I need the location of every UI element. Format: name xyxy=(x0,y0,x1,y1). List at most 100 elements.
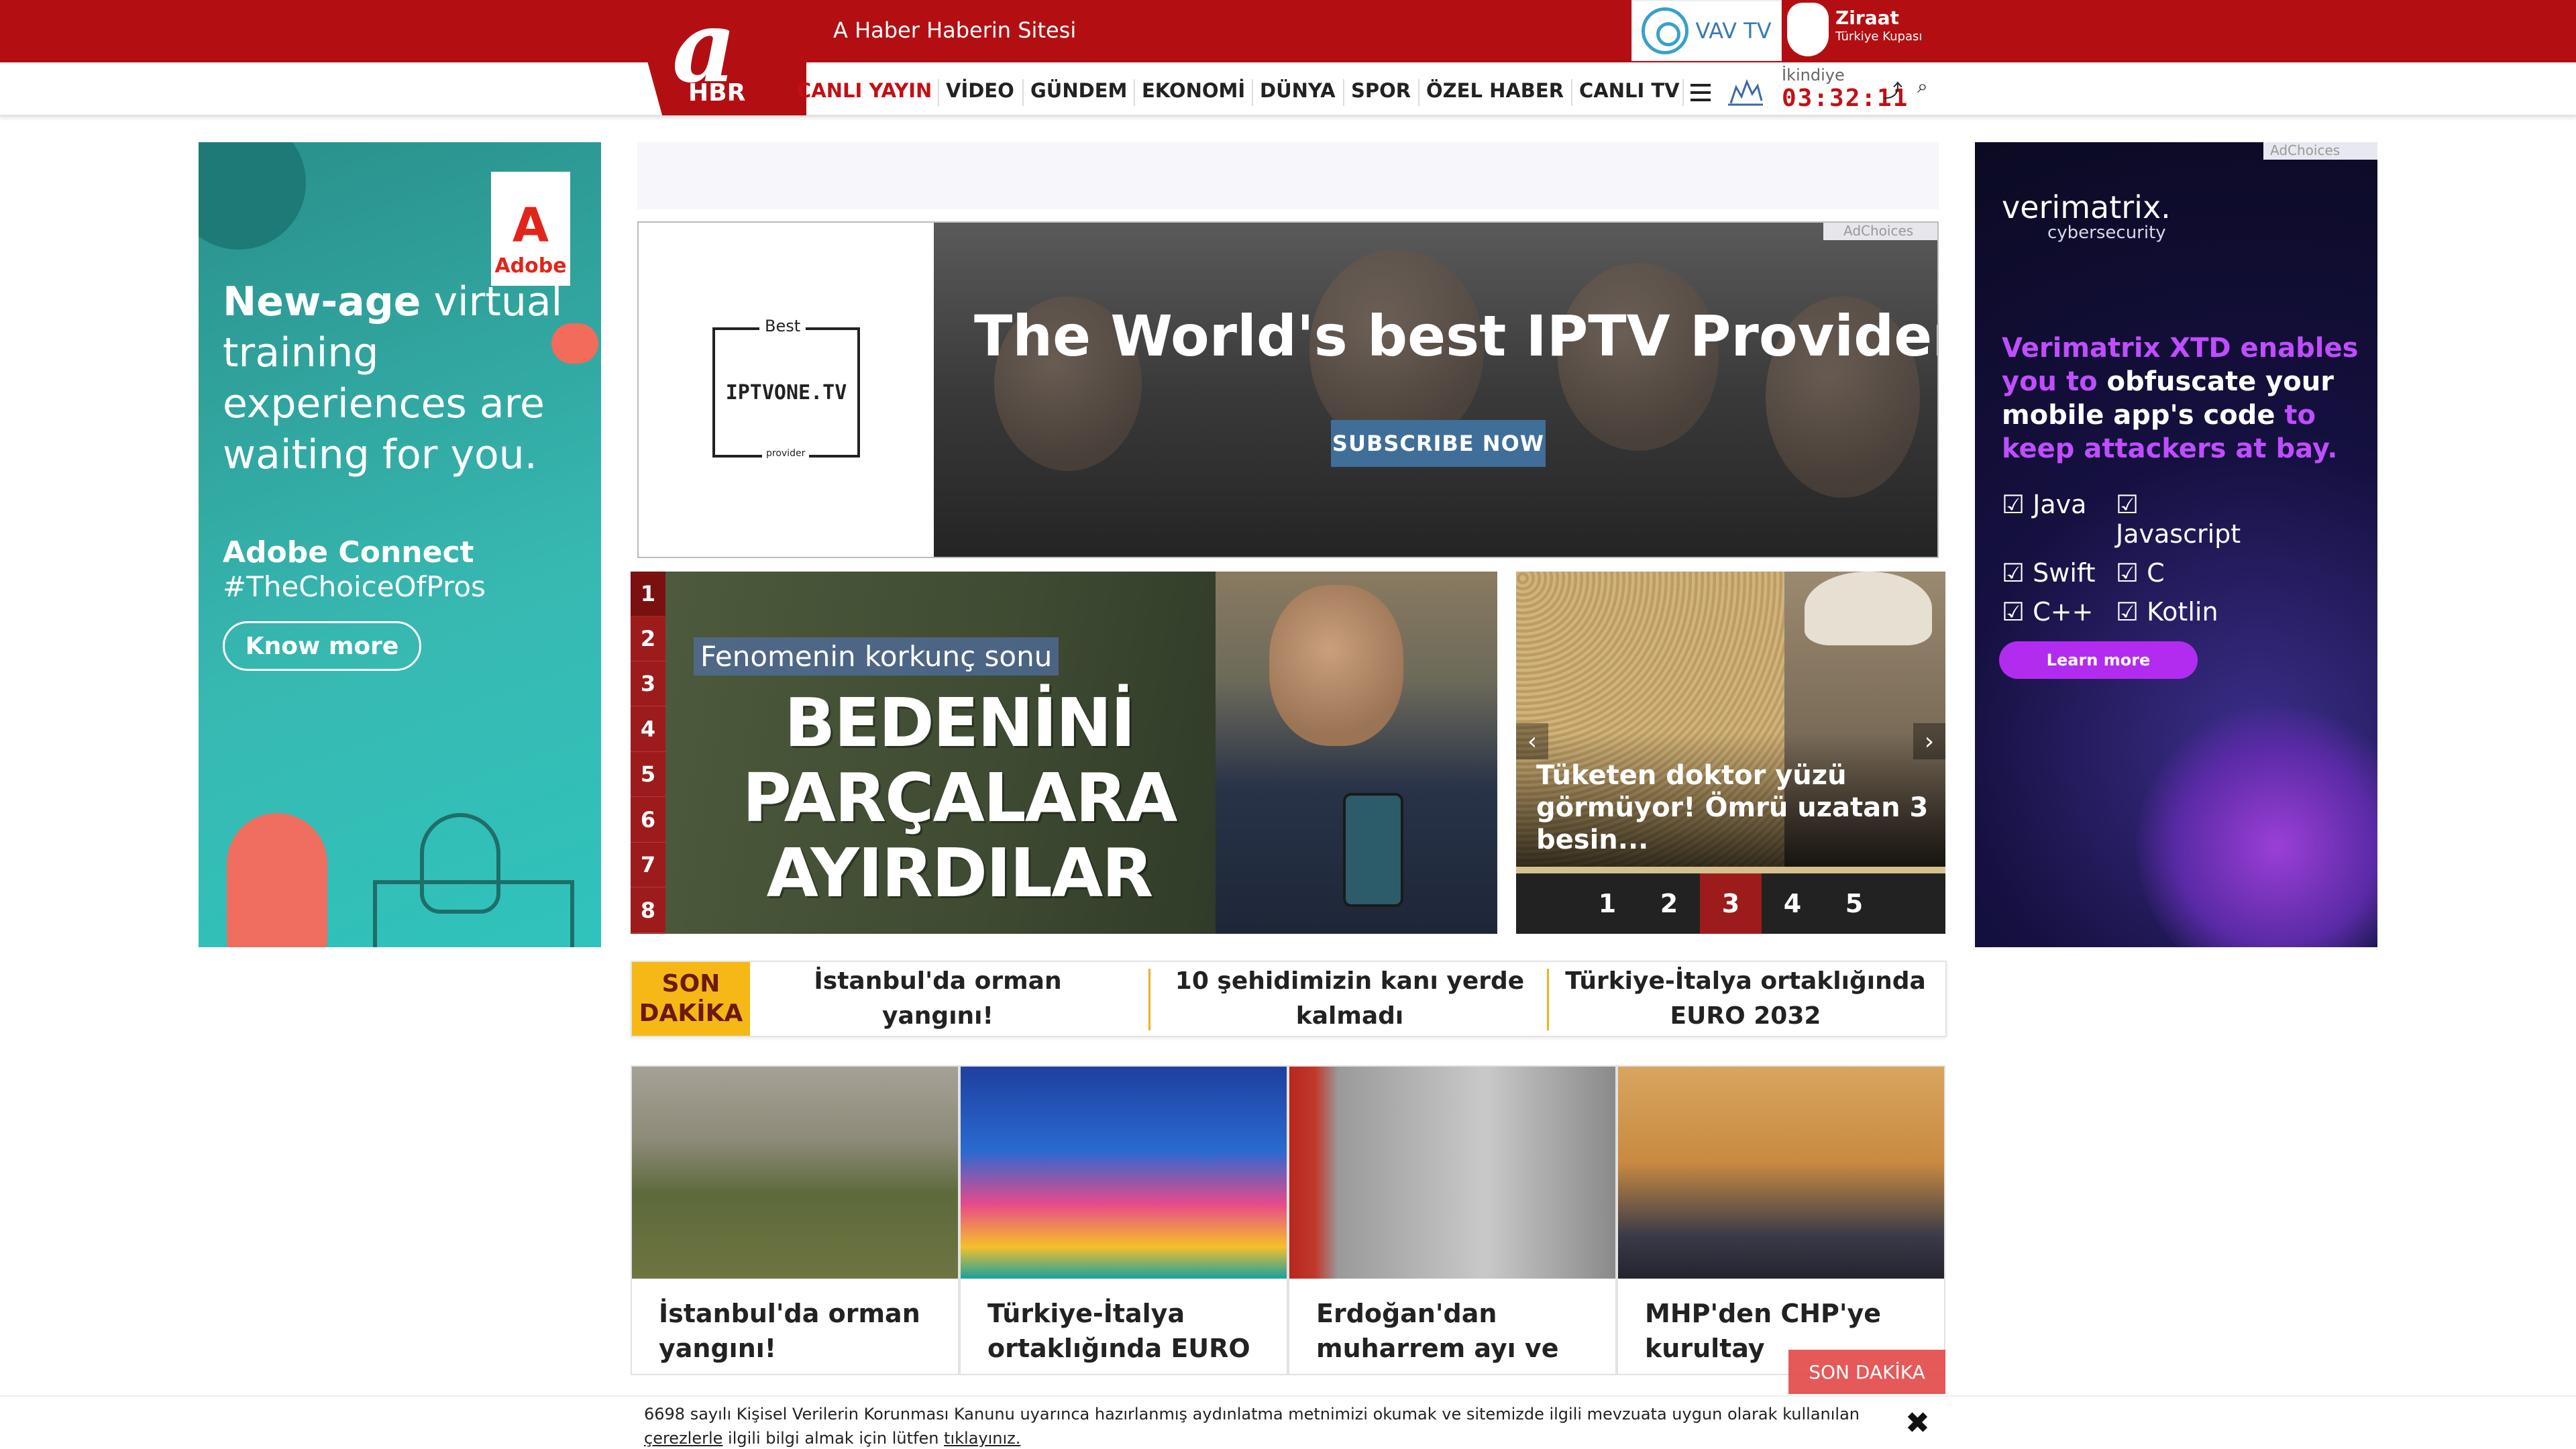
adobe-product: Adobe Connect xyxy=(223,535,474,570)
top-bar xyxy=(0,0,2576,62)
nav-ozel-haber[interactable]: ÖZEL HABER xyxy=(1426,79,1564,106)
news-card-title: Erdoğan'dan muharrem ayı ve xyxy=(1316,1299,1559,1363)
breaking-divider xyxy=(1547,969,1549,1030)
nav-video[interactable]: VİDEO xyxy=(946,79,1014,106)
iptv-logo: IPTVONE.TV xyxy=(712,327,860,458)
adobe-logo-icon: A xyxy=(512,198,549,253)
adobe-know-more-button[interactable]: Know more xyxy=(223,621,421,671)
iptv-subscribe-button[interactable]: SUBSCRIBE NOW xyxy=(1331,420,1546,467)
news-card-image xyxy=(1289,1067,1615,1279)
slider-number[interactable]: 6 xyxy=(631,798,665,843)
verimatrix-brand: verimatrix. xyxy=(2002,189,2171,225)
ad-decoration xyxy=(227,813,327,947)
slide-headline-line: AYIRDILAR xyxy=(766,834,1154,912)
cookie-text-main: 6698 sayılı Kişisel Verilerin Korunması … xyxy=(644,1405,1860,1424)
slider-number[interactable]: 5 xyxy=(631,752,665,797)
nav-gundem[interactable]: GÜNDEM xyxy=(1030,79,1127,106)
adobe-logo: A Adobe xyxy=(491,172,570,286)
slider-number[interactable]: 8 xyxy=(631,888,665,933)
adobe-word: Adobe xyxy=(494,254,567,278)
iptv-logo-provider: provider xyxy=(762,448,810,459)
main-headline-slide[interactable]: Fenomenin korkunç sonu BEDENİNİ PARÇALAR… xyxy=(665,572,1497,934)
lang-item: Java xyxy=(2002,490,2116,549)
lang-item: Swift xyxy=(2002,558,2116,588)
vavtv-label: VAV TV xyxy=(1695,17,1772,44)
slide-headline-line: PARÇALARA xyxy=(742,759,1178,837)
search-icon[interactable]: ⌕ xyxy=(1917,75,1928,98)
slider-number-list: 1 2 3 4 5 6 7 8 xyxy=(631,572,665,934)
market-chart-icon[interactable] xyxy=(1727,74,1764,107)
news-card[interactable]: Erdoğan'dan muharrem ayı ve xyxy=(1288,1065,1617,1375)
slide-photo-turban xyxy=(1805,572,1932,645)
breaking-item[interactable]: Türkiye-İtalya ortaklığında EURO 2032 xyxy=(1558,962,1933,1036)
pager-item[interactable]: 5 xyxy=(1823,873,1885,934)
iptv-headline: The World's best IPTV Provider xyxy=(974,303,1939,369)
news-card[interactable]: İstanbul'da orman yangını! xyxy=(631,1065,959,1375)
cookie-text-mid: ilgili bilgi almak için lütfen xyxy=(722,1429,945,1448)
breaking-badge-line: DAKİKA xyxy=(639,1000,743,1027)
iptv-logo-area: IPTVONE.TV Best provider xyxy=(639,223,934,557)
son-dakika-tag[interactable]: SON DAKİKA xyxy=(1788,1350,1945,1394)
pager-item[interactable]: 1 xyxy=(1576,873,1638,934)
open-box-icon xyxy=(373,880,574,947)
breaking-item[interactable]: İstanbul'da orman yangını! xyxy=(763,962,1112,1036)
share-icon[interactable]: ⤴ xyxy=(1884,76,1902,103)
cookie-click-link[interactable]: tıklayınız. xyxy=(944,1429,1020,1448)
slide-photo-head xyxy=(1269,585,1403,746)
slider-number[interactable]: 1 xyxy=(631,572,665,616)
language-list: Java Javascript Swift C C++ Kotlin xyxy=(2002,490,2351,627)
vavtv-link[interactable]: VAV TV xyxy=(1631,0,1782,61)
nav-divider xyxy=(1343,79,1344,106)
breaking-news-bar: SON DAKİKA İstanbul'da orman yangını! 10… xyxy=(631,961,1947,1037)
pager-item[interactable]: 2 xyxy=(1638,873,1700,934)
adobe-ad-headline: New-age virtual training experiences are… xyxy=(223,276,598,480)
news-card-title: İstanbul'da orman yangını! xyxy=(659,1299,920,1363)
nav-dunya[interactable]: DÜNYA xyxy=(1260,79,1336,106)
news-card-title: Türkiye-İtalya ortaklığında EURO xyxy=(987,1299,1250,1363)
pager-item[interactable]: 4 xyxy=(1762,873,1823,934)
lang-item: Kotlin xyxy=(2116,597,2263,627)
lang-item: C xyxy=(2116,558,2263,588)
ziraat-sub: Türkiye Kupası xyxy=(1835,30,1923,44)
ziraat-cup-link[interactable]: Ziraat Türkiye Kupası xyxy=(1787,3,1935,59)
chevron-right-icon[interactable]: › xyxy=(1913,723,1945,759)
chevron-left-icon[interactable]: ‹ xyxy=(1516,723,1548,759)
breaking-item[interactable]: 10 şehidimizin kanı yerde kalmadı xyxy=(1162,962,1538,1036)
nav-canli-tv[interactable]: CANLI TV xyxy=(1579,79,1680,106)
slider-number[interactable]: 2 xyxy=(631,616,665,661)
nav-canli-yayin[interactable]: CANLI YAYIN xyxy=(797,79,932,106)
ziraat-name: Ziraat xyxy=(1835,7,1899,29)
adobe-headline-bold: New-age xyxy=(223,278,421,325)
verimatrix-headline: Verimatrix XTD enables you to obfuscate … xyxy=(2002,331,2364,466)
verimatrix-ad[interactable]: AdChoices verimatrix. cybersecurity Veri… xyxy=(1975,142,2377,947)
iptv-banner-ad[interactable]: IPTVONE.TV Best provider The World's bes… xyxy=(637,221,1939,558)
octopus-illustration xyxy=(2136,706,2377,947)
nav-divider xyxy=(1571,79,1572,106)
news-card-image xyxy=(1618,1067,1944,1279)
iptv-logo-best: Best xyxy=(759,317,806,335)
side-news-slider[interactable]: ‹ › Tüketen doktor yüzü görmüyor! Ömrü u… xyxy=(1516,572,1945,934)
adobe-hashtag: #TheChoiceOfPros xyxy=(223,570,486,603)
news-card[interactable]: Türkiye-İtalya ortaklığında EURO xyxy=(959,1065,1288,1375)
adchoices-label[interactable]: AdChoices xyxy=(2263,142,2377,160)
nav-spor[interactable]: SPOR xyxy=(1351,79,1411,106)
cookie-text: 6698 sayılı Kişisel Verilerin Korunması … xyxy=(644,1402,1932,1449)
slider-number[interactable]: 3 xyxy=(631,661,665,706)
vavtv-logo-icon xyxy=(1642,7,1689,54)
nav-ekonomi[interactable]: EKONOMİ xyxy=(1142,79,1245,106)
pager-item-active[interactable]: 3 xyxy=(1700,873,1762,934)
close-icon[interactable]: ✖ xyxy=(1905,1406,1930,1440)
news-card[interactable]: MHP'den CHP'ye kurultay xyxy=(1617,1065,1945,1375)
slide-kicker: Fenomenin korkunç sonu xyxy=(694,637,1059,676)
adchoices-label[interactable]: AdChoices xyxy=(1823,223,1937,240)
cookie-link[interactable]: çerezlerle xyxy=(644,1429,722,1448)
adobe-ad[interactable]: A Adobe New-age virtual training experie… xyxy=(199,142,601,947)
nav-divider xyxy=(1022,79,1024,106)
ad-slot-empty xyxy=(637,142,1939,209)
hamburger-menu-icon[interactable] xyxy=(1690,79,1711,106)
slider-number[interactable]: 4 xyxy=(631,707,665,752)
verimatrix-brand-sub: cybersecurity xyxy=(2047,223,2166,243)
verimatrix-learn-more-button[interactable]: Learn more xyxy=(1999,641,2198,679)
slider-number[interactable]: 7 xyxy=(631,843,665,888)
slide-photo-phone xyxy=(1343,793,1403,907)
